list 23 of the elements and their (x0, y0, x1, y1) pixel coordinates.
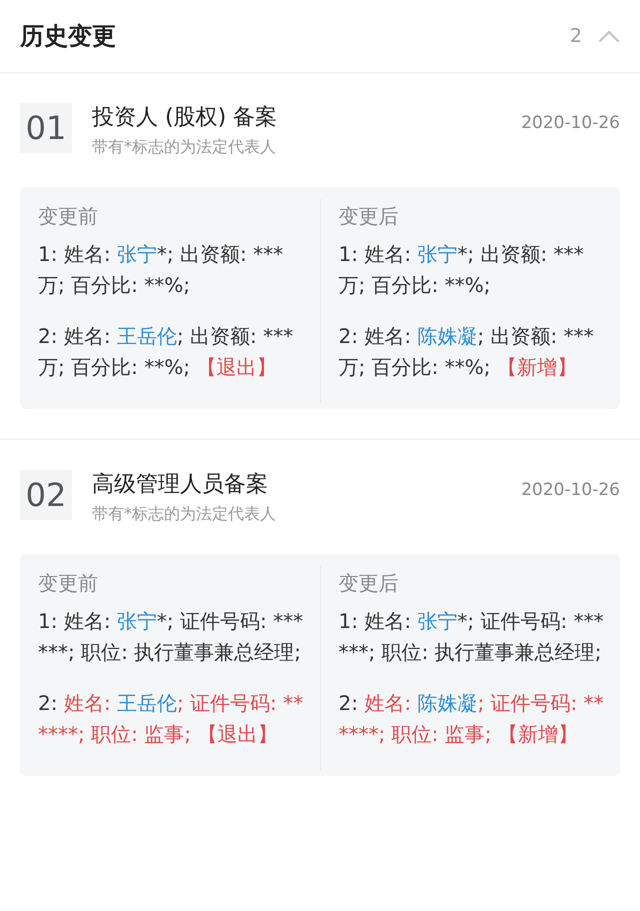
record-date: 2020-10-26 (521, 113, 620, 133)
record-title: 高级管理人员备案 (92, 471, 269, 499)
change-entry: 1: 姓名: 张宁*; 证件号码: ******; 职位: 执行董事兼总经理; (38, 608, 304, 666)
record-title: 投资人 (股权) 备案 (92, 104, 278, 132)
column-heading: 变更后 (338, 570, 398, 597)
change-entry: 1: 姓名: 张宁*; 证件号码: ******; 职位: 执行董事兼总经理; (338, 608, 604, 666)
column-heading: 变更前 (38, 570, 98, 597)
record-date: 2020-10-26 (521, 480, 620, 500)
column-heading: 变更前 (38, 203, 98, 230)
record-count: 2 (570, 25, 582, 47)
record-number: 02 (20, 470, 72, 520)
change-entry: 1: 姓名: 张宁*; 出资额: ***万; 百分比: **%; (338, 241, 585, 299)
chevron-up-icon[interactable] (598, 29, 620, 43)
section-title: 历史变更 (20, 21, 117, 52)
change-entry: 2: 姓名: 陈姝凝; 出资额: ***万; 百分比: **%; 【新增】 (338, 323, 595, 381)
record-note: 带有*标志的为法定代表人 (92, 503, 277, 525)
change-entry: 2: 姓名: 陈姝凝; 证件号码: ******; 职位: 监事; 【新增】 (338, 690, 604, 748)
change-entry: 1: 姓名: 张宁*; 出资额: ***万; 百分比: **%; (38, 241, 284, 299)
change-entry: 2: 姓名: 王岳伦; 证件号码: ******; 职位: 监事; 【退出】 (38, 690, 304, 748)
column-heading: 变更后 (338, 203, 398, 230)
record-number: 01 (20, 103, 72, 153)
record-note: 带有*标志的为法定代表人 (92, 136, 277, 158)
change-entry: 2: 姓名: 王岳伦; 出资额: ***万; 百分比: **%; 【退出】 (38, 323, 294, 381)
